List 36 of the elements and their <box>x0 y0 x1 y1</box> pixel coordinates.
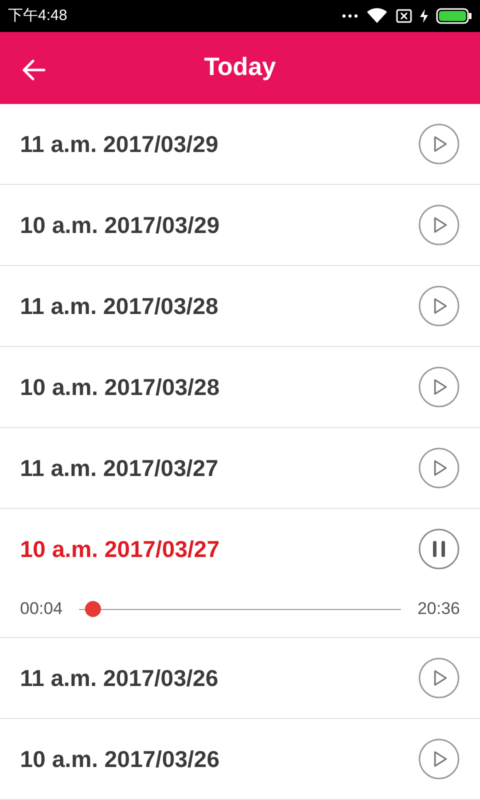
episode-title: 10 a.m. 2017/03/28 <box>20 372 220 402</box>
status-time: 下午4:48 <box>8 6 68 26</box>
episode-row[interactable]: 11 a.m. 2017/03/26 <box>0 638 480 718</box>
play-button[interactable] <box>418 204 460 246</box>
back-arrow-icon <box>22 58 46 81</box>
total-time: 20:36 <box>417 598 460 620</box>
more-dots-icon <box>342 14 358 18</box>
progress-slider[interactable] <box>78 601 402 617</box>
play-button[interactable] <box>418 738 460 780</box>
play-button[interactable] <box>418 123 460 165</box>
charging-icon <box>420 8 428 23</box>
episode-row[interactable]: 10 a.m. 2017/03/29 <box>0 185 480 265</box>
episode-row[interactable]: 11 a.m. 2017/03/29 <box>0 104 480 184</box>
episode-title: 11 a.m. 2017/03/29 <box>20 130 218 159</box>
pause-button[interactable] <box>418 528 460 570</box>
play-button[interactable] <box>418 657 460 699</box>
episode-row[interactable]: 11 a.m. 2017/03/27 <box>0 428 480 508</box>
episode-title: 11 a.m. 2017/03/26 <box>20 664 218 693</box>
episode-row[interactable]: 10 a.m. 2017/03/27 <box>0 509 480 589</box>
episode-title: 10 a.m. 2017/03/29 <box>20 210 220 240</box>
episode-row[interactable]: 10 a.m. 2017/03/26 <box>0 719 480 799</box>
play-button[interactable] <box>418 447 460 489</box>
slider-thumb[interactable] <box>84 601 101 617</box>
elapsed-time: 00:04 <box>20 598 63 620</box>
play-button[interactable] <box>418 285 460 327</box>
battery-icon <box>436 8 472 24</box>
wifi-icon <box>366 8 388 24</box>
play-button[interactable] <box>418 366 460 408</box>
header-title: Today <box>204 52 276 84</box>
episode-title: 10 a.m. 2017/03/27 <box>20 534 220 564</box>
episode-row[interactable]: 10 a.m. 2017/03/28 <box>0 347 480 427</box>
episode-title: 10 a.m. 2017/03/26 <box>20 744 220 774</box>
episode-title: 11 a.m. 2017/03/28 <box>20 292 218 321</box>
episode-title: 11 a.m. 2017/03/27 <box>20 454 218 483</box>
episode-row[interactable]: 11 a.m. 2017/03/28 <box>0 266 480 346</box>
sim-off-icon <box>396 8 412 23</box>
